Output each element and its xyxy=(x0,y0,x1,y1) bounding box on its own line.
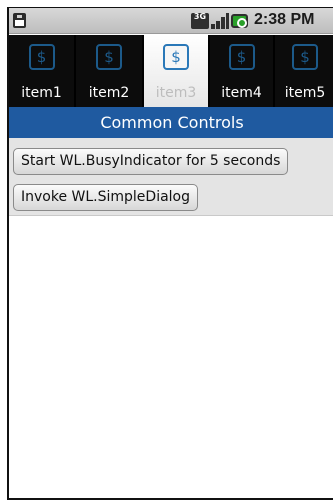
network-label: 3G xyxy=(193,12,207,21)
status-time: 2:38 PM xyxy=(254,11,315,28)
dollar-icon: $ xyxy=(228,44,255,70)
tab-item3[interactable]: $ item3 xyxy=(144,35,208,107)
controls-panel: Start WL.BusyIndicator for 5 seconds Inv… xyxy=(9,138,333,216)
battery-charging-icon xyxy=(231,14,248,28)
tab-label: item1 xyxy=(21,85,62,101)
tab-item4[interactable]: $ item4 xyxy=(210,35,273,107)
network-3g-icon: 3G xyxy=(191,13,209,29)
tab-item5[interactable]: $ item5 xyxy=(275,35,333,107)
dollar-icon: $ xyxy=(28,44,55,70)
tab-label: item3 xyxy=(155,85,197,101)
tab-label: item2 xyxy=(88,85,130,101)
simple-dialog-button[interactable]: Invoke WL.SimpleDialog xyxy=(13,184,199,211)
dollar-icon: $ xyxy=(163,44,189,70)
busy-indicator-button[interactable]: Start WL.BusyIndicator for 5 seconds xyxy=(13,148,289,175)
dollar-icon: $ xyxy=(292,44,318,70)
status-bar: 3G 2:38 PM xyxy=(9,8,333,34)
page-title: Common Controls xyxy=(9,107,333,138)
sim-card-icon xyxy=(13,13,26,28)
signal-bars-icon xyxy=(211,13,229,29)
tab-label: item4 xyxy=(221,85,262,101)
tab-item1[interactable]: $ item1 xyxy=(9,35,74,107)
dollar-icon: $ xyxy=(96,44,122,70)
app-frame: 3G 2:38 PM $ item1 $ item2 $ item3 $ ite… xyxy=(7,7,333,500)
tab-bar: $ item1 $ item2 $ item3 $ item4 $ item5 xyxy=(9,35,333,107)
tab-label: item5 xyxy=(284,85,326,101)
tab-item2[interactable]: $ item2 xyxy=(76,35,142,107)
